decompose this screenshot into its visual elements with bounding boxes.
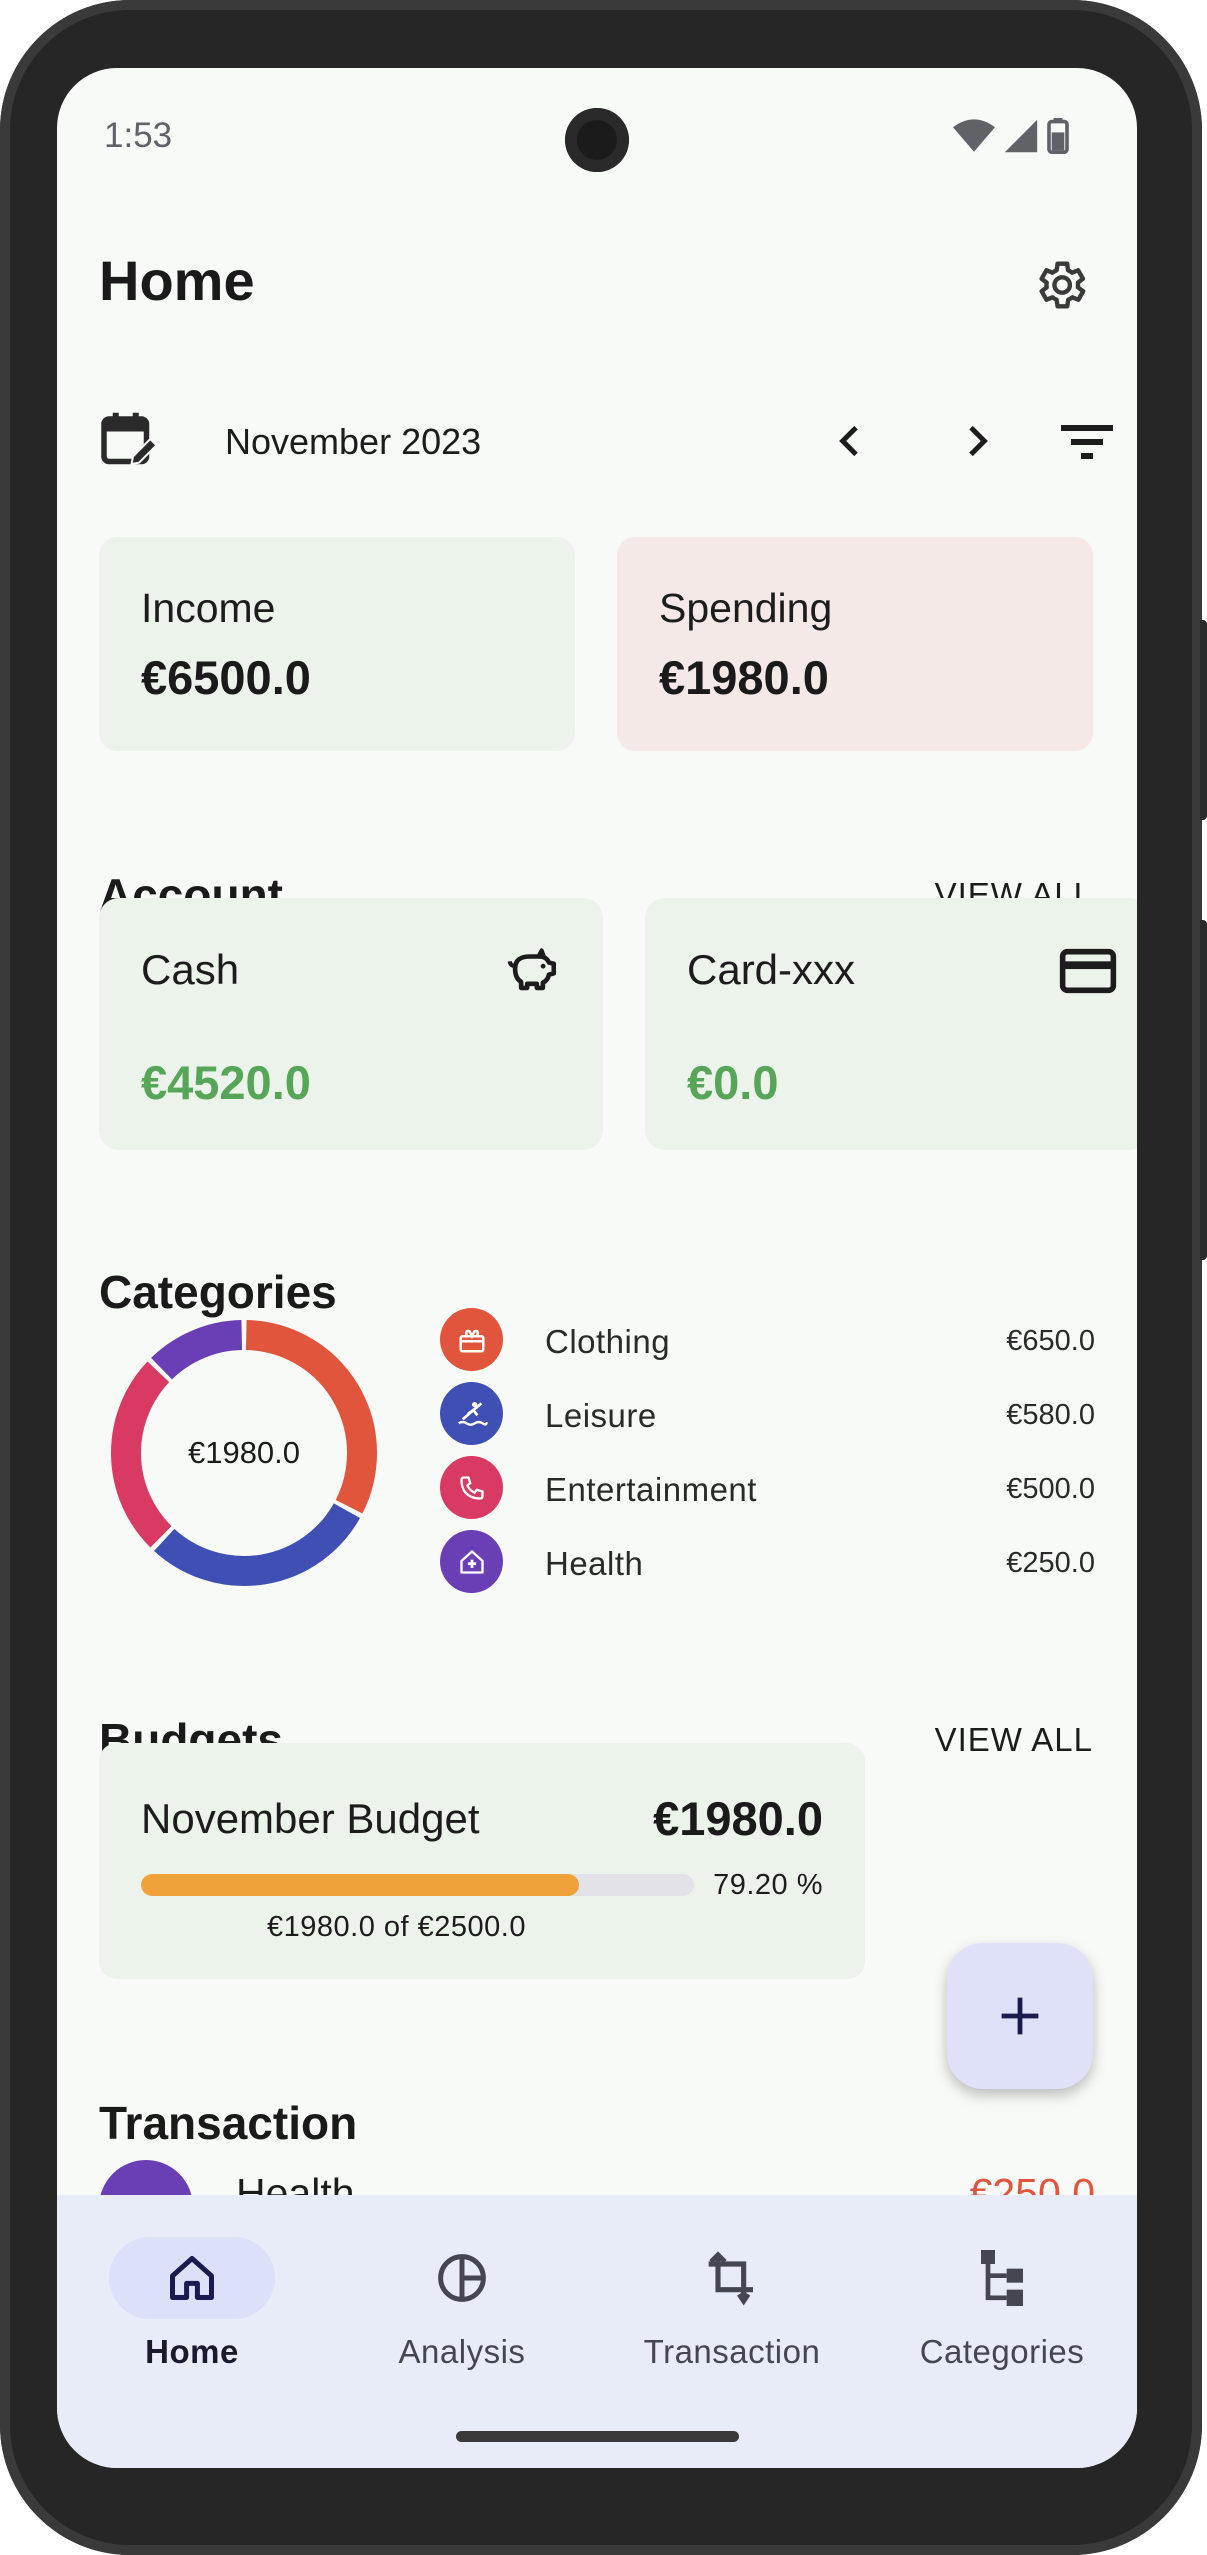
volume-button xyxy=(1200,620,1207,820)
transfer-icon xyxy=(708,2251,753,2306)
pie-chart-icon xyxy=(438,2254,486,2302)
nav-label: Transaction xyxy=(643,2333,821,2370)
previous-month-button[interactable] xyxy=(821,411,881,471)
wifi-icon xyxy=(953,119,995,152)
category-amount: €500.0 xyxy=(1006,1473,1095,1505)
device-frame: 1:53 Home November 2023 Income €6500.0 S… xyxy=(0,0,1207,2555)
category-name: Leisure xyxy=(545,1397,657,1434)
status-icons xyxy=(953,118,1069,154)
nav-item-transaction[interactable]: Transaction xyxy=(597,2237,867,2371)
cellular-signal-icon xyxy=(1004,119,1038,153)
nav-active-indicator xyxy=(109,2237,275,2319)
filter-icon xyxy=(1061,425,1113,459)
category-row-leisure[interactable]: Leisure €580.0 xyxy=(440,1377,1095,1451)
account-amount: €0.0 xyxy=(687,1056,779,1109)
page-title: Home xyxy=(99,249,255,312)
calendar-edit-icon[interactable] xyxy=(99,409,159,469)
category-amount: €650.0 xyxy=(1006,1325,1095,1357)
nav-icon-wrap xyxy=(919,2237,1085,2319)
category-icon-badge xyxy=(440,1530,503,1593)
nav-item-home[interactable]: Home xyxy=(57,2237,327,2371)
budget-card[interactable]: November Budget €1980.0 79.20 % €1980.0 … xyxy=(99,1743,865,1979)
gear-icon xyxy=(1039,261,1086,309)
category-name: Health xyxy=(545,1545,644,1582)
phone-icon xyxy=(459,1475,484,1500)
nav-item-categories[interactable]: Categories xyxy=(867,2237,1137,2371)
nav-label: Home xyxy=(145,2333,239,2370)
power-button xyxy=(1200,920,1207,1260)
nav-item-analysis[interactable]: Analysis xyxy=(327,2237,597,2371)
budgets-view-all-button[interactable]: VIEW ALL xyxy=(935,1721,1093,1759)
piggy-bank-icon xyxy=(507,948,557,991)
filter-button[interactable] xyxy=(1057,411,1117,471)
budget-progress-fill xyxy=(141,1874,579,1896)
front-camera xyxy=(565,108,629,172)
category-donut-chart[interactable]: €1980.0 xyxy=(99,1308,389,1598)
next-month-button[interactable] xyxy=(946,411,1006,471)
budget-progress-bar xyxy=(141,1874,694,1896)
period-selector: November 2023 xyxy=(99,403,1113,483)
category-icon-badge xyxy=(440,1308,503,1371)
category-row-entertainment[interactable]: Entertainment €500.0 xyxy=(440,1451,1095,1525)
nav-icon-wrap xyxy=(379,2237,545,2319)
app-screen: 1:53 Home November 2023 Income €6500.0 S… xyxy=(57,68,1137,2468)
period-label[interactable]: November 2023 xyxy=(225,421,481,463)
transactions-title: Transaction xyxy=(99,2097,358,2149)
category-amount: €250.0 xyxy=(1006,1547,1095,1579)
income-label: Income xyxy=(141,585,276,631)
home-icon xyxy=(170,2256,214,2300)
kayaking-icon xyxy=(457,1401,488,1426)
spending-label: Spending xyxy=(659,585,833,631)
account-card-card[interactable]: Card-xxx €0.0 xyxy=(645,898,1137,1150)
budget-name: November Budget xyxy=(141,1795,480,1842)
account-card-cash[interactable]: Cash €4520.0 xyxy=(99,898,603,1150)
gesture-home-indicator[interactable] xyxy=(456,2431,739,2442)
account-name: Cash xyxy=(141,946,240,993)
budget-percent: 79.20 % xyxy=(713,1869,823,1901)
bottom-navigation: Home Analysis Transaction Categories xyxy=(57,2195,1137,2468)
budget-of-label: €1980.0 of €2500.0 xyxy=(267,1911,526,1943)
donut-total: €1980.0 xyxy=(187,1435,301,1470)
category-icon-badge xyxy=(440,1456,503,1519)
plus-icon xyxy=(1001,1997,1039,2035)
category-icon-badge xyxy=(440,1382,503,1445)
spending-value: €1980.0 xyxy=(659,651,829,704)
category-tree-icon xyxy=(981,2250,1023,2306)
credit-card-icon xyxy=(1059,948,1117,994)
category-row-clothing[interactable]: Clothing €650.0 xyxy=(440,1303,1095,1377)
chevron-left-icon xyxy=(839,425,858,457)
chevron-right-icon xyxy=(969,425,988,457)
account-amount: €4520.0 xyxy=(141,1056,311,1109)
status-time: 1:53 xyxy=(104,116,173,155)
account-name: Card-xxx xyxy=(687,946,856,993)
category-row-health[interactable]: Health €250.0 xyxy=(440,1525,1095,1599)
status-bar: 1:53 xyxy=(57,68,1137,203)
category-name: Entertainment xyxy=(545,1471,757,1508)
battery-icon xyxy=(1047,118,1069,154)
income-card[interactable]: Income €6500.0 xyxy=(99,537,575,751)
spending-card[interactable]: Spending €1980.0 xyxy=(617,537,1093,751)
nav-icon-wrap xyxy=(649,2237,815,2319)
add-transaction-button[interactable] xyxy=(947,1943,1093,2089)
medical-house-icon xyxy=(459,1549,484,1574)
nav-label: Analysis xyxy=(398,2333,526,2370)
settings-button[interactable] xyxy=(1029,254,1091,316)
nav-label: Categories xyxy=(919,2333,1085,2370)
category-list: Clothing €650.0 Leisure €580.0 Entertain… xyxy=(440,1303,1095,1599)
income-value: €6500.0 xyxy=(141,651,311,704)
category-name: Clothing xyxy=(545,1323,671,1360)
budget-amount: €1980.0 xyxy=(653,1792,823,1845)
gift-box-icon xyxy=(459,1329,484,1352)
category-amount: €580.0 xyxy=(1006,1399,1095,1431)
